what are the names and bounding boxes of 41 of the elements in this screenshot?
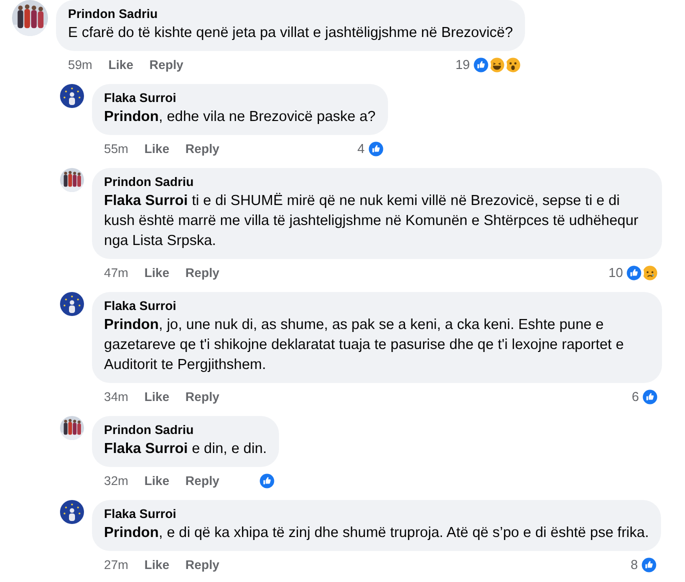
author-name[interactable]: Prindon Sadriu — [68, 6, 513, 23]
author-name[interactable]: Prindon Sadriu — [104, 422, 267, 439]
reply-link[interactable]: Reply — [185, 556, 220, 574]
comment-time[interactable]: 59m — [68, 56, 92, 74]
reaction-count[interactable]: 6 — [632, 387, 639, 407]
comment-time[interactable]: 55m — [104, 140, 128, 158]
comment-text: Prindon, edhe vila ne Brezovicë paske a? — [104, 108, 376, 127]
like-link[interactable]: Like — [144, 556, 170, 574]
reply-link[interactable]: Reply — [185, 388, 220, 406]
author-name[interactable]: Flaka Surroi — [104, 506, 649, 523]
like-reaction-icon — [256, 471, 277, 491]
reply-link[interactable]: Reply — [185, 140, 220, 158]
comment-time[interactable]: 34m — [104, 388, 128, 406]
reaction-count[interactable]: 8 — [630, 555, 638, 575]
author-name[interactable]: Prindon Sadriu — [104, 174, 650, 191]
comment-time[interactable]: 27m — [104, 556, 128, 574]
comment-text: Flaka Surroi ti e di SHUMË mirë që ne nuk kemi villë në Brezovicë, sepse ti e di kush është marrë me villa të jashteligjshme në Komunën e Shtërpces të udhëhequr nga Lista Srpska. — [104, 192, 640, 251]
author-name[interactable]: Flaka Surroi — [104, 90, 376, 107]
comment-text: E cfarë do të kishte qenë jeta pa villat e jashtëligjshme në Brezovicë? — [68, 24, 513, 43]
like-reaction-icon — [470, 55, 491, 75]
author-name[interactable]: Flaka Surroi — [104, 298, 650, 315]
like-link[interactable]: Like — [144, 388, 170, 406]
like-link[interactable]: Like — [144, 264, 170, 282]
reply-link[interactable]: Reply — [185, 264, 220, 282]
reply-link[interactable]: Reply — [185, 472, 220, 490]
like-reaction-icon — [366, 139, 386, 159]
reply-link[interactable]: Reply — [149, 56, 184, 74]
like-reaction-icon — [624, 263, 644, 283]
comment-text: Flaka Surroi e din, e din. — [104, 440, 267, 459]
comment-time[interactable]: 47m — [104, 264, 128, 282]
comment-time[interactable]: 32m — [104, 472, 128, 490]
reaction-count[interactable]: 10 — [608, 263, 623, 283]
like-reaction-icon — [640, 387, 660, 407]
comment-text: Prindon, jo, une nuk di, as shume, as pak se a keni, a cka keni. Eshte pune e gazetareve qe t'i shikojne deklaratat tuaja te pasurise dhe qe t'i lexojne raportet e Auditorit te Pergjithshem. — [104, 316, 625, 375]
reaction-count[interactable]: 19 — [455, 55, 470, 75]
like-link[interactable]: Like — [108, 56, 134, 74]
like-reaction-icon — [638, 555, 659, 575]
like-link[interactable]: Like — [144, 472, 170, 490]
comment-text: Prindon, e di që ka xhipa të zinj dhe shumë truproja. Atë që s’po e di është pse frika. — [104, 524, 649, 543]
reaction-count[interactable]: 4 — [357, 139, 365, 159]
like-link[interactable]: Like — [144, 140, 170, 158]
